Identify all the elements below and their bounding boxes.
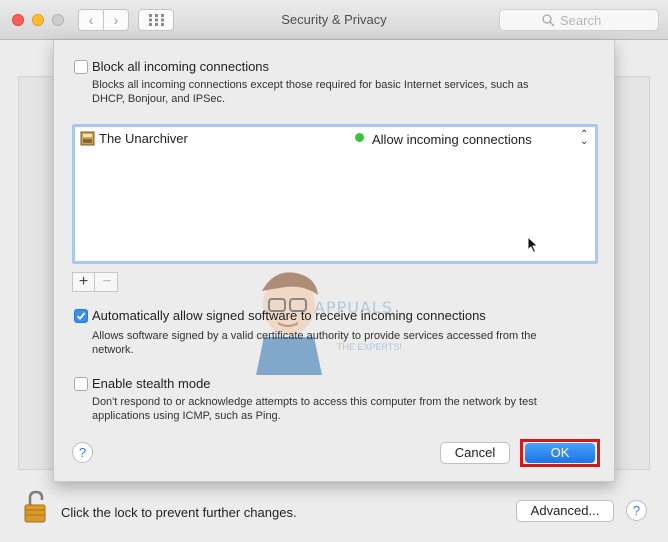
up-down-arrows-icon[interactable]: ⌃ ⌄ — [580, 130, 588, 147]
sheet-help-button[interactable]: ? — [72, 442, 93, 463]
background-pane-left — [18, 76, 58, 470]
ok-button[interactable]: OK — [525, 443, 595, 463]
app-name: The Unarchiver — [99, 131, 188, 146]
block-all-description-line1: Blocks all incoming connections except t… — [92, 79, 529, 91]
auto-allow-checkbox[interactable] — [74, 309, 88, 323]
cancel-button[interactable]: Cancel — [440, 442, 510, 464]
status-dot-icon — [355, 133, 364, 142]
stealth-mode-label: Enable stealth mode — [92, 376, 211, 391]
watermark-tagline: THE EXPERTS! — [337, 342, 402, 352]
title-bar: ‹ › Security & Privacy Search — [0, 0, 668, 40]
add-remove-control: + − — [72, 272, 118, 292]
auto-allow-description-line2: network. — [92, 344, 134, 356]
help-button[interactable]: ? — [626, 500, 647, 521]
remove-app-button[interactable]: − — [96, 273, 118, 291]
checkmark-icon — [76, 312, 86, 320]
firewall-options-sheet: Block all incoming connections Blocks al… — [53, 40, 615, 482]
auto-allow-label: Automatically allow signed software to r… — [92, 308, 486, 323]
mouse-cursor-icon — [527, 236, 539, 254]
lock-status-text: Click the lock to prevent further change… — [61, 505, 297, 520]
auto-allow-description-line1: Allows software signed by a valid certif… — [92, 330, 537, 342]
block-all-checkbox[interactable] — [74, 60, 88, 74]
stealth-mode-description-line1: Don't respond to or acknowledge attempts… — [92, 396, 537, 408]
search-icon — [542, 14, 555, 27]
background-pane-right — [612, 76, 650, 470]
unarchiver-app-icon — [80, 131, 95, 146]
stealth-mode-description-line2: applications using ICMP, such as Ping. — [92, 410, 281, 422]
add-app-button[interactable]: + — [73, 273, 95, 291]
advanced-button[interactable]: Advanced... — [516, 500, 614, 522]
block-all-label: Block all incoming connections — [92, 59, 270, 74]
app-list[interactable]: The Unarchiver Allow incoming connection… — [72, 124, 598, 264]
connection-status-select[interactable]: Allow incoming connections — [372, 132, 532, 147]
block-all-description-line2: DHCP, Bonjour, and IPSec. — [92, 93, 226, 105]
stealth-mode-checkbox[interactable] — [74, 377, 88, 391]
unlocked-padlock-icon[interactable] — [22, 490, 48, 524]
search-placeholder: Search — [560, 13, 602, 28]
search-field[interactable]: Search — [499, 9, 659, 31]
